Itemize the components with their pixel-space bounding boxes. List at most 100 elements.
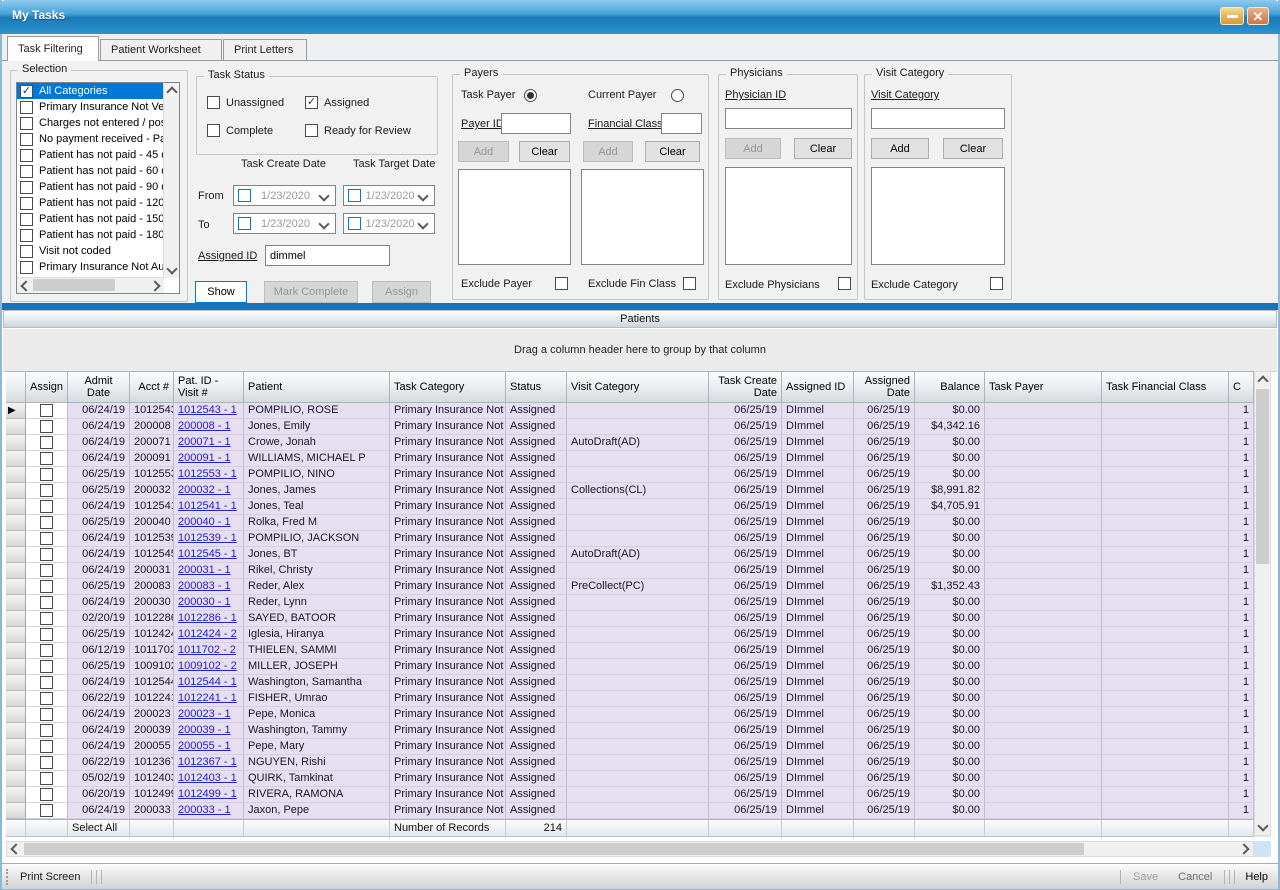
column-header-assigned_date[interactable]: Assigned Date: [854, 371, 915, 403]
exclude-physicians-checkbox[interactable]: [838, 277, 851, 290]
column-header-balance[interactable]: Balance: [915, 371, 985, 403]
row-assign-checkbox[interactable]: [40, 500, 53, 513]
row-assign-checkbox[interactable]: [40, 436, 53, 449]
patient-visit-link[interactable]: 200040 - 1: [178, 516, 231, 528]
patient-visit-link[interactable]: 1012545 - 1: [178, 548, 237, 560]
row-header-cell[interactable]: [6, 499, 26, 515]
column-header-status[interactable]: Status: [506, 371, 567, 403]
patient-visit-link[interactable]: 200008 - 1: [178, 420, 231, 432]
tab-patient-worksheet[interactable]: Patient Worksheet: [100, 39, 222, 61]
row-assign-checkbox[interactable]: [40, 740, 53, 753]
visit-category-add-button[interactable]: Add: [871, 138, 929, 159]
selection-item-checkbox[interactable]: [20, 213, 33, 226]
scroll-right-icon[interactable]: [149, 278, 164, 293]
row-header-cell[interactable]: [6, 771, 26, 787]
table-row[interactable]: 06/25/19200040200040 - 1Rolka, Fred MPri…: [6, 515, 1271, 531]
table-row[interactable]: 05/02/1910124031012403 - 1QUIRK, Tamkina…: [6, 771, 1271, 787]
selection-horizontal-scrollbar[interactable]: [17, 277, 164, 293]
row-header-cell[interactable]: ▶: [6, 403, 26, 419]
row-assign-checkbox[interactable]: [40, 484, 53, 497]
table-row[interactable]: 06/25/1910124241012424 - 2Iglesia, Hiran…: [6, 627, 1271, 643]
patient-visit-link[interactable]: 200083 - 1: [178, 580, 231, 592]
row-assign-checkbox[interactable]: [40, 660, 53, 673]
exclude-category-checkbox[interactable]: [990, 277, 1003, 290]
patient-visit-link[interactable]: 200032 - 1: [178, 484, 231, 496]
scroll-left-icon[interactable]: [17, 278, 32, 293]
selection-item[interactable]: No payment received - Pay: [17, 131, 164, 147]
column-header-visit_category[interactable]: Visit Category: [567, 371, 709, 403]
row-header-cell[interactable]: [6, 595, 26, 611]
minimize-button[interactable]: [1220, 7, 1244, 25]
row-assign-checkbox[interactable]: [40, 596, 53, 609]
grid-horizontal-scrollbar[interactable]: [6, 841, 1254, 857]
selection-item-checkbox[interactable]: [20, 229, 33, 242]
selection-item-checkbox[interactable]: [20, 165, 33, 178]
table-row[interactable]: 06/24/19200039200039 - 1Washington, Tamm…: [6, 723, 1271, 739]
cancel-button[interactable]: Cancel: [1168, 871, 1222, 883]
column-header-task_create_date[interactable]: Task Create Date: [709, 371, 782, 403]
row-header-cell[interactable]: [6, 707, 26, 723]
selection-item-checkbox[interactable]: [20, 149, 33, 162]
row-header-cell[interactable]: [6, 627, 26, 643]
row-assign-checkbox[interactable]: [40, 708, 53, 721]
patient-visit-link[interactable]: 1012499 - 1: [178, 788, 237, 800]
table-row[interactable]: 06/22/1910122411012241 - 1FISHER, UmraoP…: [6, 691, 1271, 707]
column-header-c[interactable]: C: [1229, 371, 1254, 403]
row-header-cell[interactable]: [6, 435, 26, 451]
assigned-id-link[interactable]: Assigned ID: [198, 250, 257, 262]
table-row[interactable]: ▶06/24/1910125431012543 - 1POMPILIO, ROS…: [6, 403, 1271, 419]
table-row[interactable]: 06/24/1910125441012544 - 1Washington, Sa…: [6, 675, 1271, 691]
mark-complete-button[interactable]: Mark Complete: [264, 281, 358, 303]
selection-item[interactable]: Patient has not paid - 150 d: [17, 211, 164, 227]
physician-add-button[interactable]: Add: [725, 138, 781, 159]
row-header-cell[interactable]: [6, 579, 26, 595]
physician-clear-button[interactable]: Clear: [794, 138, 852, 159]
assigned-checkbox[interactable]: ✓: [305, 96, 318, 109]
row-assign-checkbox[interactable]: [40, 564, 53, 577]
row-assign-checkbox[interactable]: [40, 404, 53, 417]
selection-item[interactable]: Visit not coded: [17, 243, 164, 259]
row-assign-checkbox[interactable]: [40, 644, 53, 657]
column-header-task_financial_class[interactable]: Task Financial Class: [1102, 371, 1229, 403]
patient-visit-link[interactable]: 1009102 - 2: [178, 660, 237, 672]
row-header-cell[interactable]: [6, 547, 26, 563]
table-row[interactable]: 06/24/19200023200023 - 1Pepe, MonicaPrim…: [6, 707, 1271, 723]
grid-scroll-down-icon[interactable]: [1255, 820, 1270, 835]
fin-class-clear-button[interactable]: Clear: [645, 141, 700, 162]
row-assign-checkbox[interactable]: [40, 676, 53, 689]
tab-task-filtering[interactable]: Task Filtering: [7, 36, 99, 61]
fin-class-listbox[interactable]: [581, 169, 704, 265]
visit-category-listbox[interactable]: [871, 167, 1005, 265]
row-assign-checkbox[interactable]: [40, 724, 53, 737]
row-header-cell[interactable]: [6, 659, 26, 675]
row-header-cell[interactable]: [6, 563, 26, 579]
visit-category-link[interactable]: Visit Category: [871, 89, 939, 101]
patient-visit-link[interactable]: 1012539 - 1: [178, 532, 237, 544]
selection-item[interactable]: Patient has not paid - 60 da: [17, 163, 164, 179]
fin-class-add-button[interactable]: Add: [583, 141, 633, 162]
row-header-cell[interactable]: [6, 467, 26, 483]
selection-item[interactable]: Patient has not paid - 180+: [17, 227, 164, 243]
row-header-cell[interactable]: [6, 483, 26, 499]
assign-button[interactable]: Assign: [372, 281, 431, 303]
scroll-down-icon[interactable]: [164, 263, 179, 278]
unassigned-checkbox[interactable]: [207, 96, 220, 109]
row-assign-checkbox[interactable]: [40, 772, 53, 785]
selection-item[interactable]: Primary Insurance Not Verif: [17, 99, 164, 115]
column-header-patient[interactable]: Patient: [244, 371, 390, 403]
table-row[interactable]: 06/24/1910125391012539 - 1POMPILIO, JACK…: [6, 531, 1271, 547]
table-row[interactable]: 06/24/19200055200055 - 1Pepe, MaryPrimar…: [6, 739, 1271, 755]
row-assign-checkbox[interactable]: [40, 804, 53, 817]
financial-class-link[interactable]: Financial Class: [588, 118, 663, 130]
selection-item-checkbox[interactable]: [20, 133, 33, 146]
patient-visit-link[interactable]: 1012367 - 1: [178, 756, 237, 768]
row-assign-checkbox[interactable]: [40, 532, 53, 545]
grid-vscroll-thumb[interactable]: [1256, 389, 1269, 564]
patient-visit-link[interactable]: 1012241 - 1: [178, 692, 237, 704]
table-row[interactable]: 06/24/1910125451012545 - 1Jones, BTPrima…: [6, 547, 1271, 563]
row-header-cell[interactable]: [6, 611, 26, 627]
payer-clear-button[interactable]: Clear: [519, 141, 570, 162]
row-header-cell[interactable]: [6, 515, 26, 531]
selection-vertical-scrollbar[interactable]: [163, 83, 179, 278]
grid-scroll-left-icon[interactable]: [7, 842, 22, 856]
